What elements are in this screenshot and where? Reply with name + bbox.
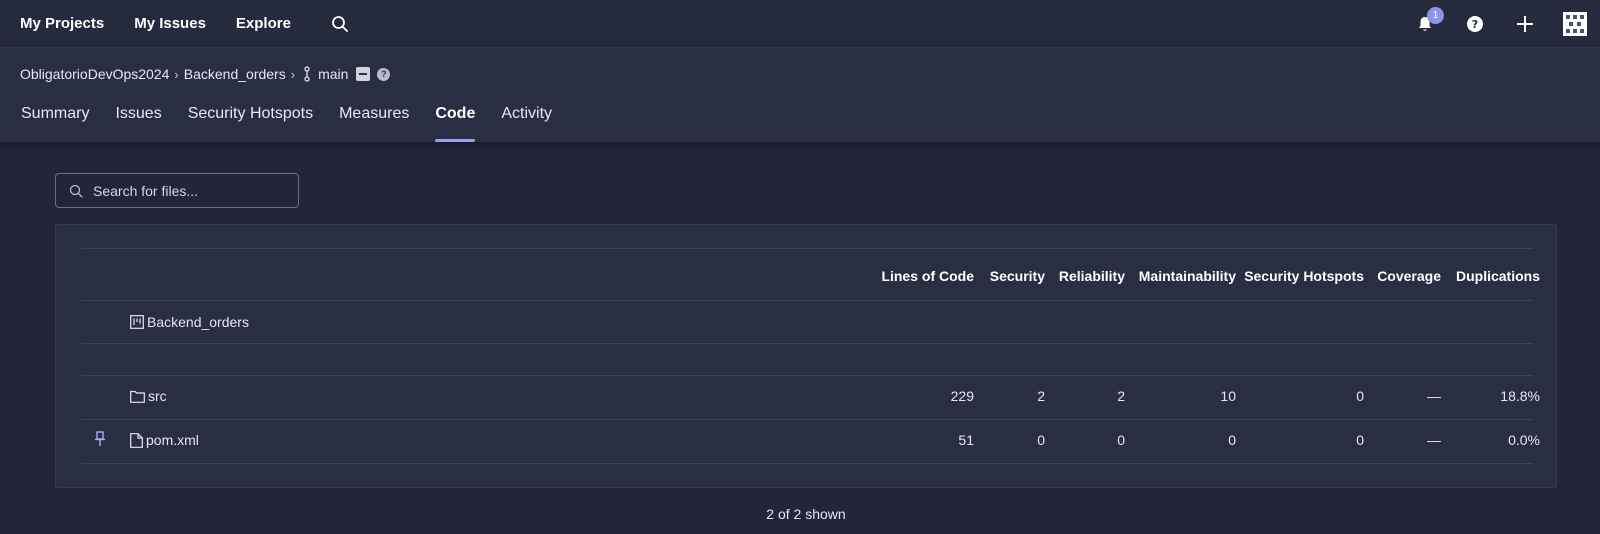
cell-reliability[interactable]: 0 (1117, 432, 1125, 448)
table-row[interactable]: src (130, 388, 167, 404)
row-name-link[interactable]: src (148, 388, 167, 404)
notification-count-badge: 1 (1427, 7, 1444, 24)
tab-activity[interactable]: Activity (501, 105, 552, 142)
help-button[interactable]: ? (1450, 0, 1500, 48)
cell-security[interactable]: 0 (1037, 432, 1045, 448)
nav-explore[interactable]: Explore (236, 15, 291, 32)
column-reliability[interactable]: Reliability (1059, 268, 1125, 284)
cell-lines-of-code[interactable]: 229 (951, 388, 974, 404)
tab-code[interactable]: Code (435, 105, 476, 142)
help-icon: ? (1467, 16, 1483, 32)
cell-coverage: — (1427, 388, 1441, 404)
table-divider (81, 248, 1533, 249)
results-count: 2 of 2 shown (766, 506, 846, 522)
table-divider (81, 300, 1533, 301)
top-navigation: My Projects My Issues Explore 1 ? (0, 0, 1600, 48)
nav-my-projects[interactable]: My Projects (20, 15, 104, 32)
global-search-button[interactable] (331, 15, 349, 33)
column-lines-of-code[interactable]: Lines of Code (881, 268, 974, 284)
topnav-actions: 1 ? (1400, 0, 1600, 48)
nav-my-issues[interactable]: My Issues (134, 15, 206, 32)
file-search-input[interactable] (93, 182, 283, 199)
avatar-icon (1563, 12, 1587, 36)
branch-status-icon (356, 67, 371, 81)
cell-coverage: — (1427, 432, 1441, 448)
breadcrumb-project[interactable]: Backend_orders (184, 66, 286, 82)
project-tabs: Summary Issues Security Hotspots Measure… (21, 105, 578, 142)
search-icon (332, 15, 348, 32)
table-divider (81, 375, 1533, 376)
cell-security-hotspots[interactable]: 0 (1356, 388, 1364, 404)
project-icon (130, 315, 144, 329)
branch-icon (304, 66, 310, 82)
code-table: Lines of Code Security Reliability Maint… (55, 224, 1557, 488)
svg-text:?: ? (1472, 18, 1478, 31)
table-divider (81, 463, 1533, 464)
file-search-box (55, 173, 299, 208)
search-icon (69, 184, 83, 198)
root-project-row: Backend_orders (130, 314, 249, 330)
cell-maintainability[interactable]: 0 (1228, 432, 1236, 448)
breadcrumb: ObligatorioDevOps2024 › Backend_orders ›… (20, 66, 391, 82)
file-icon (130, 432, 143, 448)
breadcrumb-organization[interactable]: ObligatorioDevOps2024 (20, 66, 169, 82)
cell-reliability[interactable]: 2 (1117, 388, 1125, 404)
root-project-name: Backend_orders (147, 314, 249, 330)
notifications-button[interactable]: 1 (1400, 0, 1450, 48)
tab-summary[interactable]: Summary (21, 105, 89, 142)
pin-icon[interactable] (94, 431, 106, 447)
folder-icon (130, 390, 145, 403)
tab-measures[interactable]: Measures (339, 105, 409, 142)
chevron-right-icon: › (174, 66, 179, 82)
tab-issues[interactable]: Issues (115, 105, 161, 142)
user-avatar-button[interactable] (1550, 0, 1600, 48)
column-security[interactable]: Security (990, 268, 1045, 284)
cell-security[interactable]: 2 (1037, 388, 1045, 404)
column-duplications[interactable]: Duplications (1456, 268, 1540, 284)
table-divider (81, 343, 1533, 344)
project-header: ObligatorioDevOps2024 › Backend_orders ›… (0, 48, 1600, 142)
column-maintainability[interactable]: Maintainability (1139, 268, 1236, 284)
plus-icon (1517, 16, 1533, 32)
cell-duplications[interactable]: 18.8% (1500, 388, 1540, 404)
chevron-right-icon: › (290, 66, 296, 82)
cell-maintainability[interactable]: 10 (1220, 388, 1236, 404)
branch-help-icon[interactable]: ? (377, 67, 391, 81)
branch-selector[interactable]: main (318, 66, 348, 82)
create-button[interactable] (1500, 0, 1550, 48)
column-coverage[interactable]: Coverage (1377, 268, 1441, 284)
cell-lines-of-code[interactable]: 51 (958, 432, 974, 448)
table-divider (81, 419, 1533, 420)
cell-duplications[interactable]: 0.0% (1508, 432, 1540, 448)
row-name-link[interactable]: pom.xml (146, 432, 199, 448)
table-row[interactable]: pom.xml (130, 432, 199, 448)
column-security-hotspots[interactable]: Security Hotspots (1244, 268, 1364, 284)
tab-security-hotspots[interactable]: Security Hotspots (188, 105, 313, 142)
cell-security-hotspots[interactable]: 0 (1356, 432, 1364, 448)
